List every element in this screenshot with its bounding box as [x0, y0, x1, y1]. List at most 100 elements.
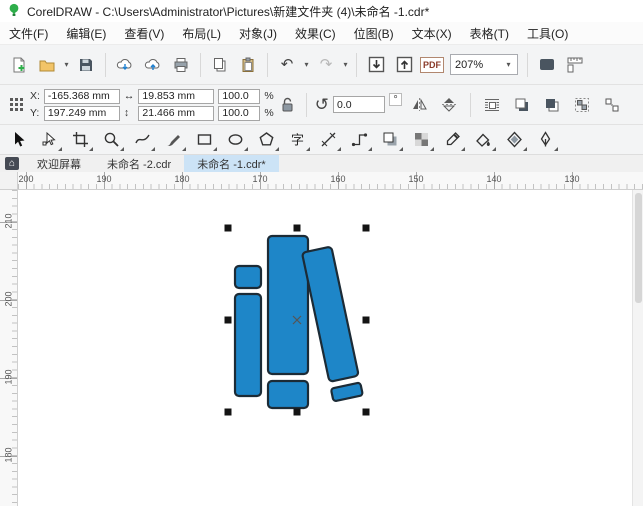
wrap-text-button[interactable] [479, 92, 505, 118]
svg-text:字: 字 [291, 133, 304, 148]
to-front-button[interactable] [509, 92, 535, 118]
import-button[interactable] [363, 52, 389, 78]
scale-x-input[interactable] [218, 88, 261, 104]
window-title: CorelDRAW - C:\Users\Administrator\Pictu… [27, 4, 430, 19]
new-document-button[interactable] [6, 52, 32, 78]
zoom-level-select[interactable]: 207% ▾ [450, 54, 518, 75]
flyout-icon [523, 146, 527, 151]
color-eyedropper-tool[interactable] [437, 127, 467, 153]
handle-bottom-right[interactable] [362, 408, 370, 416]
y-position-input[interactable] [43, 105, 120, 121]
redo-dropdown-icon[interactable]: ▾ [341, 60, 350, 69]
outline-pen-tool[interactable] [530, 127, 560, 153]
connector-tool[interactable] [344, 127, 374, 153]
print-button[interactable] [168, 52, 194, 78]
toolbox: 字 [0, 125, 643, 155]
vertical-scrollbar[interactable] [632, 190, 643, 506]
home-tab-button[interactable]: ⌂ [0, 155, 24, 172]
menu-text[interactable]: 文本(X) [403, 22, 461, 44]
fullscreen-preview-button[interactable] [534, 52, 560, 78]
handle-top-right[interactable] [362, 224, 370, 232]
menu-bitmaps[interactable]: 位图(B) [345, 22, 403, 44]
book-middle-bottom-band [266, 379, 310, 410]
menu-table[interactable]: 表格(T) [461, 22, 518, 44]
flyout-icon [337, 146, 341, 151]
shape-tool[interactable] [34, 127, 64, 153]
rotation-angle-input[interactable] [333, 96, 386, 113]
horizontal-ruler[interactable]: 200 190 180 170 160 150 140 130 [18, 172, 643, 190]
handle-bottom-left[interactable] [224, 408, 232, 416]
drop-shadow-tool[interactable] [375, 127, 405, 153]
menu-view[interactable]: 查看(V) [115, 22, 173, 44]
export-button[interactable] [391, 52, 417, 78]
x-position-input[interactable] [43, 88, 120, 104]
menu-effects[interactable]: 效果(C) [286, 22, 345, 44]
menu-layout[interactable]: 布局(L) [173, 22, 230, 44]
save-button[interactable] [73, 52, 99, 78]
paste-button[interactable] [235, 52, 261, 78]
tab-untitled-1-active[interactable]: 未命名 -1.cdr* [184, 155, 279, 172]
lock-ratio-button[interactable] [278, 92, 298, 118]
tab-welcome-screen[interactable]: 欢迎屏幕 [24, 155, 94, 172]
handle-top-left[interactable] [224, 224, 232, 232]
toolbar-separator [267, 52, 268, 77]
pick-tool[interactable] [3, 127, 33, 153]
undo-icon: ↶ [280, 56, 294, 73]
artistic-media-tool[interactable] [158, 127, 188, 153]
scale-y-input[interactable] [218, 105, 261, 121]
vertical-ruler[interactable]: 210 200 190 180 [0, 190, 18, 506]
toolbar-separator [356, 52, 357, 77]
menu-tools[interactable]: 工具(O) [518, 22, 577, 44]
text-tool[interactable]: 字 [282, 127, 312, 153]
to-back-button[interactable] [539, 92, 565, 118]
zoom-tool[interactable] [96, 127, 126, 153]
undo-button[interactable]: ↶ [274, 52, 300, 78]
copy-button[interactable] [207, 52, 233, 78]
ruler-row: 200 190 180 170 160 150 140 130 [0, 172, 643, 190]
tab-untitled-2[interactable]: 未命名 -2.cdr [94, 155, 184, 172]
handle-middle-left[interactable] [224, 316, 232, 324]
rectangle-tool[interactable] [189, 127, 219, 153]
x-position-label: X: [30, 90, 40, 102]
document-tab-bar: ⌂ 欢迎屏幕 未命名 -2.cdr 未命名 -1.cdr* [0, 155, 643, 172]
object-height-input[interactable] [138, 105, 215, 121]
open-button[interactable] [34, 52, 60, 78]
crop-tool[interactable] [65, 127, 95, 153]
undo-dropdown-icon[interactable]: ▾ [302, 60, 311, 69]
scale-y-percent-label: % [264, 107, 274, 119]
flyout-icon [306, 146, 310, 151]
handle-top-center[interactable] [293, 224, 301, 232]
freehand-tool[interactable] [127, 127, 157, 153]
group-objects-button[interactable] [569, 92, 595, 118]
transparency-tool[interactable] [406, 127, 436, 153]
menu-edit[interactable]: 编辑(E) [57, 22, 115, 44]
menu-object[interactable]: 对象(J) [230, 22, 286, 44]
publish-to-pdf-button[interactable]: PDF [419, 52, 445, 78]
handle-middle-right[interactable] [362, 316, 370, 324]
scrollbar-thumb[interactable] [635, 193, 642, 303]
flyout-icon [368, 146, 372, 151]
parallel-dimension-tool[interactable] [313, 127, 343, 153]
redo-button[interactable]: ↷ [313, 52, 339, 78]
handle-bottom-center[interactable] [293, 408, 301, 416]
redo-icon: ↷ [319, 56, 333, 73]
save-to-cloud-button[interactable] [140, 52, 166, 78]
drawing-canvas[interactable] [18, 190, 632, 506]
toolbar-separator [105, 52, 106, 77]
flyout-icon [182, 146, 186, 151]
mirror-vertical-button[interactable] [436, 92, 462, 118]
ruler-origin-corner[interactable] [0, 172, 18, 190]
ruler-label: 190 [3, 369, 14, 385]
ungroup-objects-button[interactable] [599, 92, 625, 118]
interactive-fill-tool[interactable] [468, 127, 498, 153]
polygon-tool[interactable] [251, 127, 281, 153]
object-width-input[interactable] [138, 88, 215, 104]
smart-fill-tool[interactable] [499, 127, 529, 153]
show-rulers-button[interactable] [562, 52, 588, 78]
ellipse-tool[interactable] [220, 127, 250, 153]
open-from-cloud-button[interactable] [112, 52, 138, 78]
mirror-horizontal-button[interactable] [406, 92, 432, 118]
menu-file[interactable]: 文件(F) [0, 22, 57, 44]
flyout-icon [492, 146, 496, 151]
open-dropdown-icon[interactable]: ▾ [62, 60, 71, 69]
